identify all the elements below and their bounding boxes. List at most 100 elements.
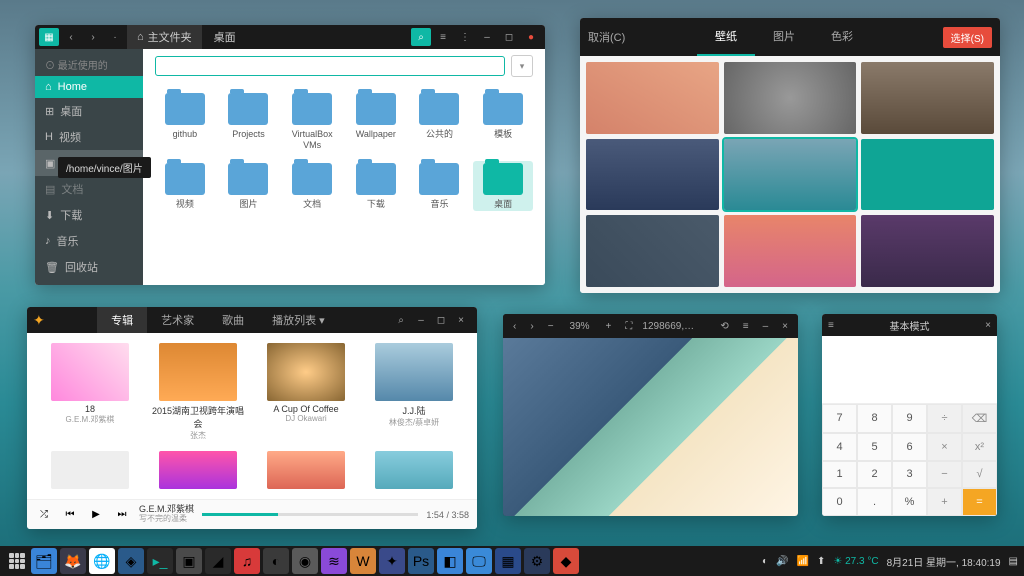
shuffle-icon[interactable]: ⤮ <box>35 506 53 524</box>
minimize-icon[interactable]: – <box>411 311 431 329</box>
calc-key-9[interactable]: 9 <box>892 404 927 433</box>
calc-key-%[interactable]: % <box>892 488 927 516</box>
album-item[interactable]: 18 G.E.M.邓紫棋 <box>41 343 139 441</box>
wp-thumb[interactable] <box>586 62 719 134</box>
tb-netease-icon[interactable]: ♫ <box>234 548 260 574</box>
sidebar-item-trash[interactable]: 🗑 回收站 <box>35 254 143 280</box>
calc-key-7[interactable]: 7 <box>822 404 857 433</box>
folder-item[interactable]: 音乐 <box>410 161 470 212</box>
iv-prev-icon[interactable]: ‹ <box>509 319 520 334</box>
close-icon[interactable]: × <box>985 320 991 331</box>
fm-tab-desktop[interactable]: 桌面 <box>204 25 246 49</box>
tray-icon[interactable]: 🔊 <box>776 556 788 567</box>
menu-icon[interactable]: ⋮ <box>455 28 475 46</box>
album-item[interactable] <box>257 451 355 489</box>
view-list-icon[interactable]: ≡ <box>433 28 453 46</box>
clock-widget[interactable]: 8月21日 星期一, 18:40:19 <box>887 554 1001 569</box>
maximize-icon[interactable]: ◻ <box>431 311 451 329</box>
back-icon[interactable]: ‹ <box>61 28 81 46</box>
tb-app-icon[interactable]: ⚙ <box>524 548 550 574</box>
calc-key-×[interactable]: × <box>927 433 962 461</box>
close-icon[interactable]: × <box>451 311 471 329</box>
calc-key-6[interactable]: 6 <box>892 433 927 461</box>
tb-app-icon[interactable]: ✦ <box>379 548 405 574</box>
wp-tab-colors[interactable]: 色彩 <box>813 18 871 56</box>
calc-key-4[interactable]: 4 <box>822 433 857 461</box>
mp-tab-playlists[interactable]: 播放列表 ▾ <box>258 307 339 333</box>
minimize-icon[interactable]: – <box>477 28 497 46</box>
calc-key-3[interactable]: 3 <box>892 461 927 489</box>
calc-key-x²[interactable]: x² <box>962 433 997 461</box>
calc-key-÷[interactable]: ÷ <box>927 404 962 433</box>
tb-ps-icon[interactable]: Ps <box>408 548 434 574</box>
wp-thumb[interactable] <box>861 215 994 287</box>
rotate-icon[interactable]: ⟲ <box>716 319 732 334</box>
wp-thumb[interactable] <box>586 139 719 211</box>
album-item[interactable] <box>149 451 247 489</box>
folder-item[interactable]: 下载 <box>346 161 406 212</box>
zoom-in-icon[interactable]: + <box>602 319 616 334</box>
fullscreen-icon[interactable]: ⛶ <box>621 319 636 334</box>
album-item[interactable]: 2015湖南卫视跨年演唱会 张杰 <box>149 343 247 441</box>
tb-app-icon[interactable]: 🖵 <box>466 548 492 574</box>
tb-app-icon[interactable]: ▣ <box>176 548 202 574</box>
tb-files-icon[interactable]: 🗂 <box>31 548 57 574</box>
tray-icon[interactable]: ◐ <box>762 556 768 567</box>
close-icon[interactable]: ● <box>521 28 541 46</box>
calc-key-⌫[interactable]: ⌫ <box>962 404 997 433</box>
search-filter-dropdown[interactable]: ▾ <box>511 55 533 77</box>
sidebar-item-home[interactable]: ⌂ Home <box>35 76 143 98</box>
wp-tab-wallpaper[interactable]: 壁纸 <box>697 18 755 56</box>
tb-terminal-icon[interactable]: ▸_ <box>147 548 173 574</box>
sidebar-item-documents[interactable]: ▤ 文档 <box>35 176 143 202</box>
tb-app-icon[interactable]: ◐ <box>263 548 289 574</box>
tb-app-icon[interactable]: ◉ <box>292 548 318 574</box>
tray-icon[interactable]: ⬆ <box>817 556 825 567</box>
tray-icon[interactable]: 📶 <box>797 556 809 567</box>
progress-bar[interactable] <box>202 513 418 516</box>
folder-item[interactable]: 文档 <box>282 161 342 212</box>
tb-app-icon[interactable]: ◆ <box>553 548 579 574</box>
iv-image[interactable] <box>503 338 798 516</box>
select-button[interactable]: 选择(S) <box>943 27 992 48</box>
fm-new-window-icon[interactable]: ▦ <box>39 28 59 46</box>
next-icon[interactable]: ⏭ <box>113 506 131 524</box>
calc-key-+[interactable]: + <box>927 488 962 516</box>
tray-icon[interactable]: ▤ <box>1009 556 1018 567</box>
calc-key-8[interactable]: 8 <box>857 404 892 433</box>
sidebar-item-music[interactable]: ♪ 音乐 <box>35 228 143 254</box>
wp-tab-pictures[interactable]: 图片 <box>755 18 813 56</box>
menu-icon[interactable]: ≡ <box>739 319 753 334</box>
mp-search-icon[interactable]: ⌕ <box>391 311 411 329</box>
search-icon[interactable]: ⌕ <box>411 28 431 46</box>
folder-item[interactable]: Wallpaper <box>346 91 406 153</box>
wp-thumb[interactable] <box>586 215 719 287</box>
album-item[interactable] <box>41 451 139 489</box>
tb-chrome-icon[interactable]: 🌐 <box>89 548 115 574</box>
maximize-icon[interactable]: ◻ <box>499 28 519 46</box>
folder-item[interactable]: 桌面 <box>473 161 533 212</box>
sidebar-item-videos[interactable]: H 视频 <box>35 124 143 150</box>
folder-item[interactable]: 视频 <box>155 161 215 212</box>
calc-key-−[interactable]: − <box>927 461 962 489</box>
minimize-icon[interactable]: – <box>759 319 773 334</box>
album-item[interactable]: A Cup Of Coffee DJ Okawari <box>257 343 355 441</box>
folder-item[interactable]: 模板 <box>473 91 533 153</box>
wp-thumb[interactable] <box>724 215 857 287</box>
play-icon[interactable]: ▶ <box>87 506 105 524</box>
zoom-out-icon[interactable]: − <box>544 319 558 334</box>
forward-icon[interactable]: › <box>83 28 103 46</box>
calc-key-5[interactable]: 5 <box>857 433 892 461</box>
wp-thumb-selected[interactable] <box>724 139 857 211</box>
calc-key-=[interactable]: = <box>962 488 997 516</box>
prev-icon[interactable]: ⏮ <box>61 506 79 524</box>
folder-item[interactable]: VirtualBox VMs <box>282 91 342 153</box>
folder-item[interactable]: github <box>155 91 215 153</box>
folder-item[interactable]: Projects <box>219 91 279 153</box>
sidebar-item-desktop[interactable]: ⊞ 桌面 <box>35 98 143 124</box>
calc-key-2[interactable]: 2 <box>857 461 892 489</box>
mp-tab-albums[interactable]: 专辑 <box>97 307 147 333</box>
album-item[interactable]: J.J.陆 林俊杰/蔡卓妍 <box>365 343 463 441</box>
wp-thumb[interactable] <box>724 62 857 134</box>
calc-key-0[interactable]: 0 <box>822 488 857 516</box>
